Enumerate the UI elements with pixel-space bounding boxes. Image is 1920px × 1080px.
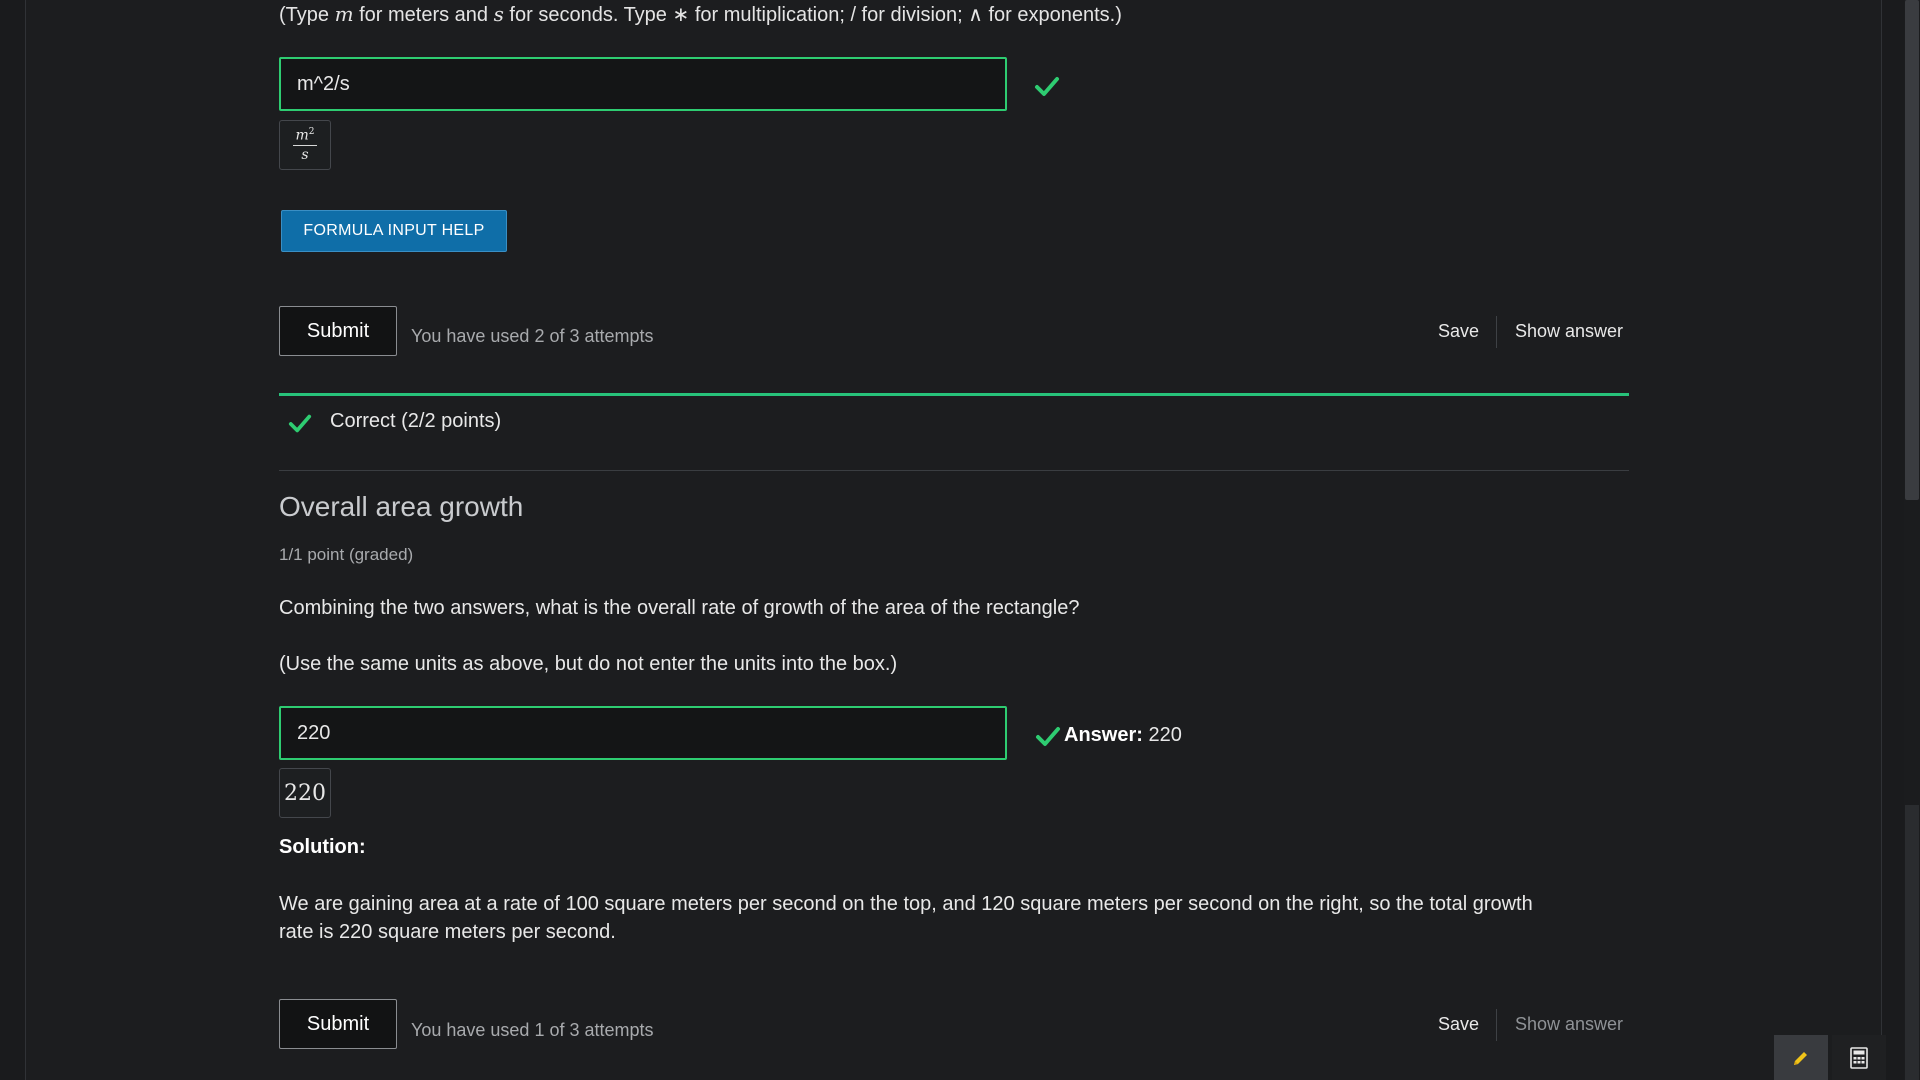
scrollbar-region (1905, 805, 1919, 1080)
submit-button[interactable]: Submit (279, 999, 397, 1049)
answer-display: Answer: 220 (1064, 724, 1182, 746)
submit-button[interactable]: Submit (279, 306, 397, 356)
correct-status: Correct (2/2 points) (330, 410, 502, 432)
action-divider (1496, 1009, 1497, 1041)
solution-text: We are gaining area at a rate of 100 squ… (279, 893, 1533, 943)
answer-value: 220 (1148, 724, 1182, 746)
save-button[interactable]: Save (1438, 321, 1479, 342)
checkmark-icon (1036, 727, 1060, 746)
section-divider (279, 470, 1629, 471)
units-answer-value: m^2/s (297, 72, 350, 95)
solution-heading: Solution: (279, 836, 366, 858)
left-gutter (0, 0, 26, 1080)
right-gutter (1881, 0, 1905, 1080)
formula-preview: m2 s (279, 120, 331, 170)
scrollbar-thumb[interactable] (1905, 0, 1919, 500)
problem-title: Overall area growth (279, 491, 524, 522)
area-growth-value: 220 (297, 721, 331, 744)
input-hint: (Type m for meters and s for seconds. Ty… (279, 2, 1122, 26)
show-answer-button[interactable]: Show answer (1515, 1014, 1623, 1035)
formula-input-help-button[interactable]: FORMULA INPUT HELP (281, 210, 507, 252)
save-button[interactable]: Save (1438, 1014, 1479, 1035)
show-answer-button[interactable]: Show answer (1515, 321, 1623, 342)
area-growth-input[interactable]: 220 (279, 706, 1007, 760)
attempts-counter: You have used 1 of 3 attempts (411, 1020, 654, 1040)
correct-divider (279, 393, 1629, 396)
question-prompt: Combining the two answers, what is the o… (279, 597, 1080, 619)
notes-tool-button[interactable] (1774, 1035, 1828, 1080)
calculator-tool-button[interactable] (1832, 1035, 1886, 1080)
question-note: (Use the same units as above, but do not… (279, 653, 898, 675)
units-answer-input[interactable]: m^2/s (279, 57, 1007, 111)
points-label: 1/1 point (graded) (279, 545, 414, 564)
checkmark-icon (1035, 77, 1059, 96)
attempts-counter: You have used 2 of 3 attempts (411, 326, 654, 346)
checkmark-icon (288, 414, 312, 433)
formula-preview: 220 (279, 768, 331, 818)
pencil-icon (1794, 1051, 1807, 1065)
action-divider (1496, 316, 1497, 348)
calculator-icon (1850, 1046, 1868, 1069)
